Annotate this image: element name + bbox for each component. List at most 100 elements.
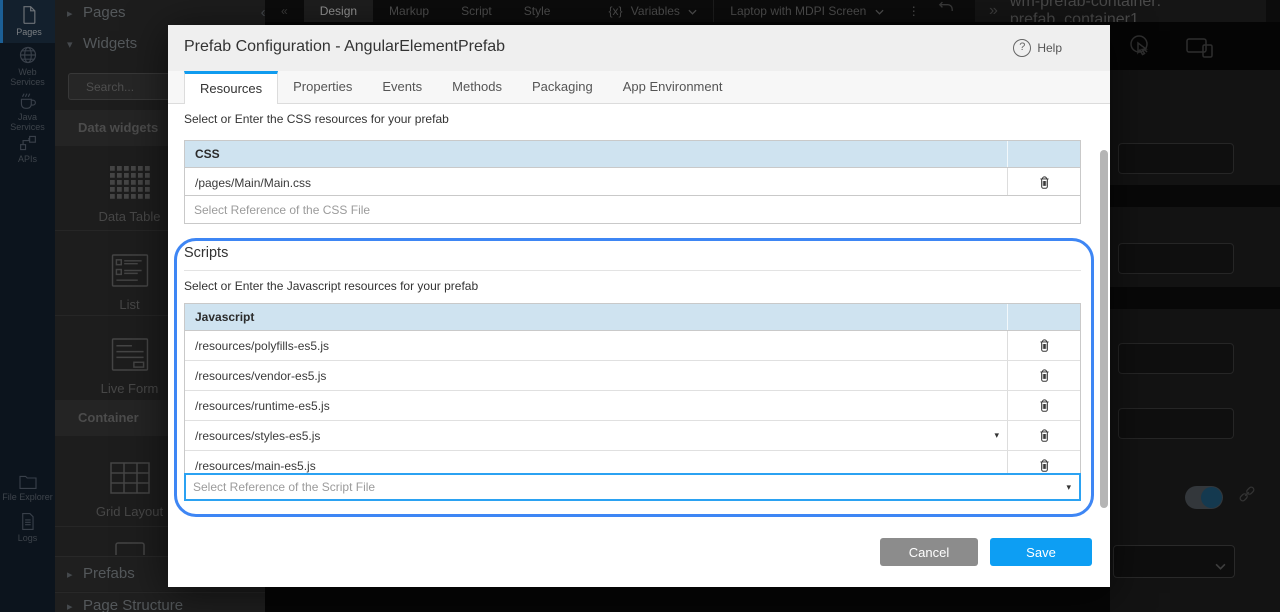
properties-field[interactable]: [1118, 143, 1234, 174]
script-resource-path: /resources/polyfills-es5.js: [185, 339, 1007, 353]
help-label: Help: [1037, 41, 1062, 55]
property-dropdown[interactable]: [1113, 545, 1235, 578]
expand-triangle-icon: ▸: [67, 558, 83, 592]
tab-methods[interactable]: Methods: [437, 71, 517, 103]
css-resource-row: /pages/Main/Main.css: [185, 168, 1080, 197]
java-services-icon: [18, 92, 38, 110]
scripts-section-title: Scripts: [184, 245, 1081, 271]
script-resource-row: /resources/styles-es5.js▾: [185, 421, 1080, 451]
actions-column-header: [1007, 141, 1080, 167]
preview-devices-icon[interactable]: [1186, 37, 1214, 58]
toolbar-collapse-icon[interactable]: «: [265, 0, 304, 22]
javascript-column-header: Javascript: [185, 310, 1007, 324]
dialog-tabs: Resources Properties Events Methods Pack…: [168, 71, 1110, 104]
trash-icon: [1038, 368, 1051, 384]
trash-icon: [1038, 175, 1051, 191]
row-dropdown-caret-icon[interactable]: ▾: [994, 430, 999, 441]
script-table-header-row: Javascript: [185, 304, 1080, 331]
data-table-icon: [110, 166, 150, 199]
panel-section-pages[interactable]: ▸Pages «: [55, 0, 277, 26]
toggle-knob: [1201, 487, 1222, 508]
apis-icon: [19, 134, 37, 152]
rail-item-logs[interactable]: Logs: [0, 512, 55, 546]
properties-field[interactable]: [1118, 408, 1234, 439]
rail-item-label: APIs: [0, 154, 55, 164]
logs-icon: [19, 512, 36, 531]
panel-section-label: Prefabs: [83, 565, 135, 582]
toolbar-tab-script[interactable]: Script: [445, 0, 508, 22]
cancel-button[interactable]: Cancel: [880, 538, 978, 566]
tab-resources[interactable]: Resources: [184, 71, 278, 104]
partial-widget-icon: [115, 541, 145, 555]
combobox-caret-icon[interactable]: ▾: [1066, 482, 1071, 493]
bind-link-icon[interactable]: [1236, 483, 1259, 506]
tab-packaging[interactable]: Packaging: [517, 71, 608, 103]
rail-item-pages[interactable]: Pages: [0, 0, 55, 43]
tab-app-environment[interactable]: App Environment: [608, 71, 738, 103]
delete-script-resource-button[interactable]: [1036, 396, 1053, 416]
rail-item-web-services[interactable]: Web Services: [0, 45, 55, 85]
grid-layout-icon: [110, 462, 150, 494]
script-resource-path: /resources/styles-es5.js▾: [185, 429, 1007, 443]
toolbar-tab-markup[interactable]: Markup: [373, 0, 445, 22]
panel-section-page-structure[interactable]: ▸Page Structure: [55, 592, 277, 612]
script-reference-input[interactable]: [186, 480, 1066, 494]
css-resource-path: /pages/Main/Main.css: [185, 176, 1007, 190]
prefab-configuration-dialog: Prefab Configuration - AngularElementPre…: [168, 25, 1110, 587]
trash-icon: [1038, 398, 1051, 414]
file-explorer-icon: [18, 474, 38, 490]
css-reference-input[interactable]: [184, 195, 1081, 224]
dialog-scrollbar-thumb[interactable]: [1100, 150, 1108, 508]
selection-breadcrumb[interactable]: » wm-prefab-container: prefab_container1: [975, 0, 1266, 22]
rail-item-java-services[interactable]: Java Services: [0, 92, 55, 128]
panel-section-label: Widgets: [83, 35, 137, 52]
delete-script-resource-button[interactable]: [1036, 366, 1053, 386]
toolbar-tab-style[interactable]: Style: [508, 0, 567, 22]
css-table-header-row: CSS: [185, 141, 1080, 168]
live-form-icon: [111, 338, 149, 371]
collapse-triangle-icon: ▾: [67, 31, 83, 59]
actions-column-header: [1007, 304, 1080, 330]
trash-icon: [1038, 338, 1051, 354]
rail-item-label: File Explorer: [0, 492, 55, 502]
toolbar-tab-design[interactable]: Design: [304, 0, 373, 22]
variables-menu[interactable]: {x} Variables: [592, 0, 713, 22]
rail-item-apis[interactable]: APIs: [0, 134, 55, 166]
app-screen: Pages Web Services Java Services APIs Fi…: [0, 0, 1280, 612]
device-selector-label: Laptop with MDPI Screen: [730, 4, 866, 18]
inspect-element-icon[interactable]: [1128, 34, 1154, 60]
script-resource-row: /resources/runtime-es5.js: [185, 391, 1080, 421]
script-resource-row: /resources/polyfills-es5.js: [185, 331, 1080, 361]
rail-item-file-explorer[interactable]: File Explorer: [0, 474, 55, 510]
help-button[interactable]: ? Help: [1013, 39, 1062, 57]
pages-icon: [19, 5, 39, 25]
dialog-title: Prefab Configuration - AngularElementPre…: [184, 38, 505, 56]
tab-properties[interactable]: Properties: [278, 71, 367, 103]
question-circle-icon: ?: [1013, 39, 1031, 57]
panel-section-label: Pages: [83, 4, 126, 21]
delete-script-resource-button[interactable]: [1036, 426, 1053, 446]
property-toggle[interactable]: [1185, 486, 1223, 509]
css-resources-table: CSS /pages/Main/Main.css: [184, 140, 1081, 198]
device-selector[interactable]: Laptop with MDPI Screen: [713, 0, 899, 22]
expand-triangle-icon: ▸: [67, 594, 83, 612]
list-icon: [111, 254, 149, 287]
tab-events[interactable]: Events: [367, 71, 437, 103]
delete-script-resource-button[interactable]: [1036, 336, 1053, 356]
delete-css-resource-button[interactable]: [1036, 173, 1053, 193]
css-column-header: CSS: [185, 147, 1007, 161]
script-resource-path: /resources/runtime-es5.js: [185, 399, 1007, 413]
canvas-tools-bar: [1110, 22, 1280, 70]
undo-icon[interactable]: [928, 0, 964, 22]
properties-field[interactable]: [1118, 243, 1234, 274]
left-icon-rail: Pages Web Services Java Services APIs Fi…: [0, 0, 55, 612]
more-menu-icon[interactable]: ⋮: [900, 0, 928, 22]
properties-section-band: [1110, 185, 1280, 207]
rail-item-label: Logs: [0, 533, 55, 543]
save-button[interactable]: Save: [990, 538, 1092, 566]
properties-field[interactable]: [1118, 343, 1234, 374]
panel-section-label: Page Structure: [83, 597, 183, 612]
chevron-down-icon: [1215, 557, 1226, 575]
web-services-icon: [18, 45, 38, 65]
breadcrumb-arrow-icon: »: [989, 2, 998, 20]
